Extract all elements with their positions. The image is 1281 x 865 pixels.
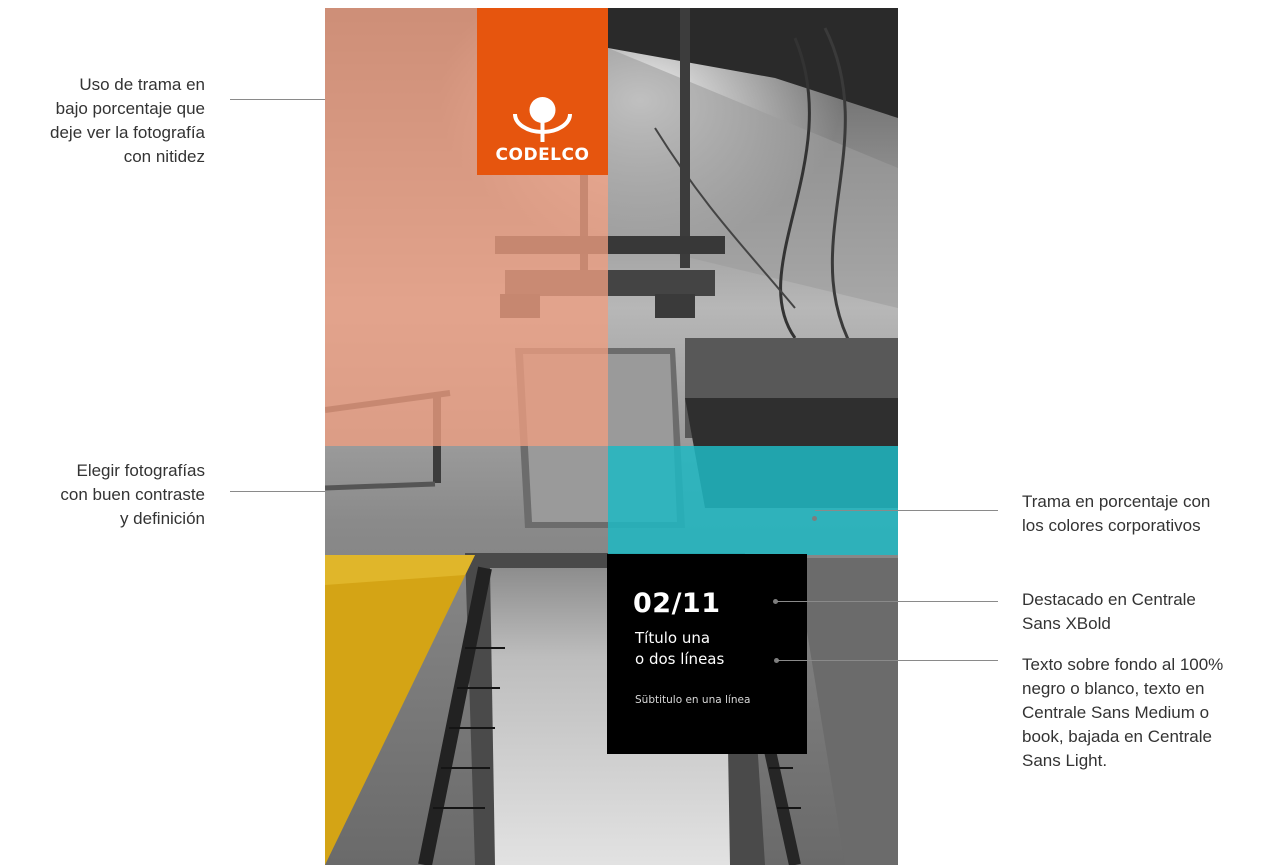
poster: CODELCO 02/11 Título una o dos líneas Sü… [325,8,898,865]
codelco-logo-box: CODELCO [477,8,608,175]
annotation-destacado: Destacado en Centrale Sans XBold [1022,590,1196,633]
teal-tint-overlay [608,446,898,555]
slide-number: 02/11 [633,588,721,619]
slide-subtitle: Sübtitulo en una línea [635,694,751,706]
annotation-trama-colores: Trama en porcentaje con los colores corp… [1022,492,1211,535]
annotation-trama-bajo: Uso de trama en bajo porcentaje que deje… [50,75,205,166]
title-box: 02/11 Título una o dos líneas Sübtitulo … [607,554,807,754]
leader-dot [812,516,817,521]
leader-line [777,601,998,602]
logo-text: CODELCO [495,145,590,165]
yellow-panel [325,555,475,865]
codelco-logo-icon [513,97,572,142]
annotation-elegir-fotos: Elegir fotografías con buen contraste y … [60,461,205,528]
annotation-texto-fondo: Texto sobre fondo al 100% negro o blanco… [1022,655,1224,770]
leader-line [815,510,998,511]
leader-line [777,660,998,661]
slide-title: Título una o dos líneas [635,629,725,668]
